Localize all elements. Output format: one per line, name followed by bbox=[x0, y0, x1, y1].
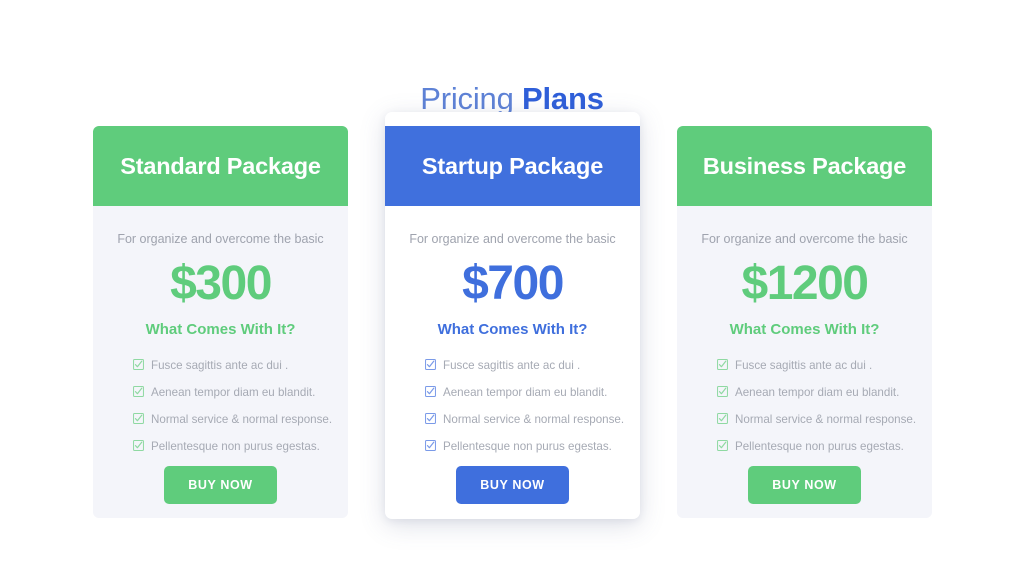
plan-feature-list: Fusce sagittis ante ac dui . Aenean temp… bbox=[699, 358, 916, 454]
plan-price: $300 bbox=[170, 257, 272, 310]
plan-features-title: What Comes With It? bbox=[437, 321, 588, 338]
plan-features-title: What Comes With It? bbox=[729, 321, 880, 338]
buy-now-button[interactable]: BUY NOW bbox=[748, 466, 861, 504]
card-body-startup: For organize and overcome the basic $700… bbox=[385, 231, 640, 504]
checkbox-check-icon bbox=[717, 413, 728, 424]
plan-name: Standard Package bbox=[120, 152, 321, 179]
list-item: Aenean tempor diam eu blandit. bbox=[717, 385, 910, 400]
checkbox-check-icon bbox=[425, 413, 436, 424]
page-title-strong: Plans bbox=[522, 80, 604, 116]
checkbox-check-icon bbox=[133, 386, 144, 397]
feature-text: Aenean tempor diam eu blandit. bbox=[735, 386, 900, 399]
plan-features-title: What Comes With It? bbox=[145, 321, 296, 338]
pricing-card-business: Business Package For organize and overco… bbox=[677, 126, 932, 518]
checkbox-check-icon bbox=[717, 359, 728, 370]
list-item: Fusce sagittis ante ac dui . bbox=[717, 358, 910, 373]
plan-name: Business Package bbox=[702, 152, 907, 179]
list-item: Fusce sagittis ante ac dui . bbox=[133, 358, 326, 373]
list-item: Aenean tempor diam eu blandit. bbox=[133, 385, 326, 400]
cta-wrapper: BUY NOW bbox=[407, 466, 618, 504]
feature-text: Fusce sagittis ante ac dui . bbox=[735, 359, 873, 372]
buy-now-button[interactable]: BUY NOW bbox=[164, 466, 277, 504]
checkbox-check-icon bbox=[425, 440, 436, 451]
feature-text: Normal service & normal response. bbox=[443, 413, 625, 426]
cta-wrapper: BUY NOW bbox=[115, 466, 326, 504]
feature-text: Normal service & normal response. bbox=[151, 413, 333, 426]
plan-feature-list: Fusce sagittis ante ac dui . Aenean temp… bbox=[407, 358, 624, 454]
pricing-card-startup: Startup Package For organize and overcom… bbox=[385, 112, 640, 519]
pricing-page: Pricing Plans Standard Package For organ… bbox=[0, 0, 1024, 576]
feature-text: Fusce sagittis ante ac dui . bbox=[151, 359, 289, 372]
plan-subtitle: For organize and overcome the basic bbox=[701, 232, 908, 246]
list-item: Normal service & normal response. bbox=[717, 412, 916, 427]
plan-feature-list: Fusce sagittis ante ac dui . Aenean temp… bbox=[115, 358, 332, 454]
checkbox-check-icon bbox=[133, 359, 144, 370]
plan-subtitle: For organize and overcome the basic bbox=[409, 232, 616, 246]
pricing-cards-row: Standard Package For organize and overco… bbox=[0, 112, 1024, 542]
pricing-card-standard: Standard Package For organize and overco… bbox=[93, 126, 348, 518]
list-item: Fusce sagittis ante ac dui . bbox=[425, 358, 618, 373]
checkbox-check-icon bbox=[717, 386, 728, 397]
plan-price: $700 bbox=[462, 257, 564, 310]
card-body-business: For organize and overcome the basic $120… bbox=[677, 231, 932, 504]
feature-text: Aenean tempor diam eu blandit. bbox=[151, 386, 316, 399]
checkbox-check-icon bbox=[425, 359, 436, 370]
feature-text: Pellentesque non purus egestas. bbox=[151, 440, 320, 453]
list-item: Pellentesque non purus egestas. bbox=[133, 439, 326, 454]
page-title-light: Pricing bbox=[420, 80, 514, 116]
plan-subtitle: For organize and overcome the basic bbox=[117, 232, 324, 246]
checkbox-check-icon bbox=[133, 440, 144, 451]
plan-name: Startup Package bbox=[421, 152, 604, 179]
list-item: Pellentesque non purus egestas. bbox=[425, 439, 618, 454]
list-item: Normal service & normal response. bbox=[133, 412, 332, 427]
feature-text: Pellentesque non purus egestas. bbox=[443, 440, 612, 453]
cta-wrapper: BUY NOW bbox=[699, 466, 910, 504]
list-item: Normal service & normal response. bbox=[425, 412, 624, 427]
list-item: Aenean tempor diam eu blandit. bbox=[425, 385, 618, 400]
feature-text: Pellentesque non purus egestas. bbox=[735, 440, 904, 453]
checkbox-check-icon bbox=[717, 440, 728, 451]
card-header-business: Business Package bbox=[677, 126, 932, 206]
card-header-standard: Standard Package bbox=[93, 126, 348, 206]
checkbox-check-icon bbox=[133, 413, 144, 424]
checkbox-check-icon bbox=[425, 386, 436, 397]
card-header-startup: Startup Package bbox=[385, 126, 640, 206]
buy-now-button[interactable]: BUY NOW bbox=[456, 466, 569, 504]
feature-text: Normal service & normal response. bbox=[735, 413, 917, 426]
feature-text: Aenean tempor diam eu blandit. bbox=[443, 386, 608, 399]
list-item: Pellentesque non purus egestas. bbox=[717, 439, 910, 454]
card-body-standard: For organize and overcome the basic $300… bbox=[93, 231, 348, 504]
feature-text: Fusce sagittis ante ac dui . bbox=[443, 359, 581, 372]
plan-price: $1200 bbox=[741, 257, 869, 310]
